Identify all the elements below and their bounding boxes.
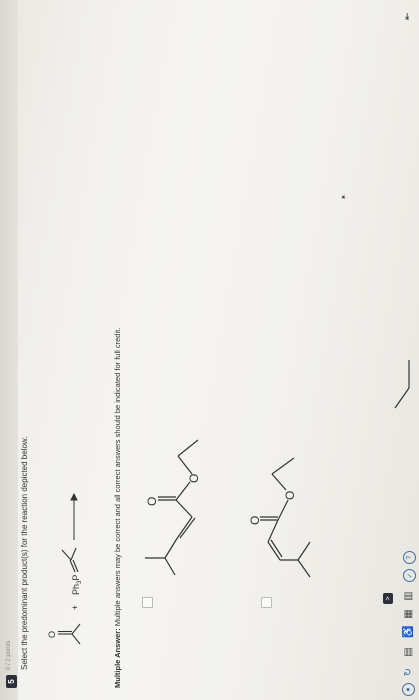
reaction-arrow — [70, 492, 78, 540]
plus-sign: + — [70, 605, 80, 610]
star-mark-icon: ✶ — [341, 194, 348, 200]
hint-bold: Multiple Answer: — [113, 628, 122, 688]
ketone-structure — [58, 623, 81, 645]
points-label: 0 / 2 points — [6, 640, 12, 670]
check-icon[interactable]: ✓ — [403, 569, 416, 582]
answer-b-structure: O O — [248, 457, 311, 578]
ketone-oxygen-label: O — [47, 631, 57, 638]
multiple-answer-hint: Multiple Answer: Multiple answers may be… — [113, 328, 122, 688]
answer-a-checkbox[interactable] — [142, 597, 153, 608]
circle-icon[interactable]: ● — [402, 683, 415, 696]
ylide-structure — [61, 547, 79, 573]
calculator-icon[interactable]: ▦ — [402, 608, 414, 620]
answer-a-structure: O O — [145, 439, 201, 576]
accessibility-icon[interactable]: ♿ — [402, 626, 414, 638]
help-icon[interactable]: ? — [403, 551, 416, 564]
hint-text: Multiple answers may be correct and all … — [113, 327, 122, 629]
ylide-label: Ph3P — [71, 575, 83, 595]
answer-a-ester-oxygen: O — [187, 474, 201, 483]
answer-b-checkbox[interactable] — [261, 597, 272, 608]
collapse-icon[interactable]: ⇤ — [402, 12, 413, 20]
answer-a-carbonyl-oxygen: O — [145, 497, 159, 506]
question-prompt: Select the predominant product(s) for th… — [20, 436, 29, 670]
rotated-content: 5 0 / 2 points Select the predominant pr… — [0, 0, 419, 700]
table-icon[interactable]: ▥ — [402, 590, 414, 602]
question-number-badge: 5 — [6, 675, 17, 688]
book-icon[interactable]: ▤ — [402, 646, 414, 658]
answer-c-structure-partial — [394, 360, 410, 409]
reaction-scheme: O + Ph3P — [47, 492, 83, 645]
refresh-icon[interactable]: ↻ — [402, 666, 414, 678]
next-button[interactable]: > — [383, 593, 393, 604]
answer-b-ester-oxygen: O — [283, 491, 297, 500]
answer-b-carbonyl-oxygen: O — [248, 516, 262, 525]
